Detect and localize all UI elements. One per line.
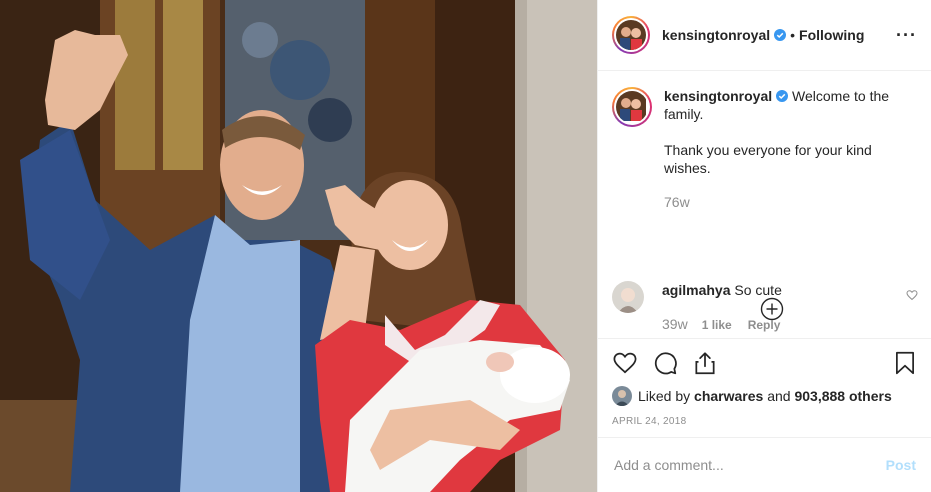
- comment-like-icon[interactable]: [906, 289, 918, 301]
- caption-body: kensingtonroyal Welcome to the family. T…: [664, 87, 904, 211]
- avatar-image: [616, 91, 648, 123]
- post-side-panel: kensingtonroyal • Following ··· kensingt…: [597, 0, 931, 492]
- action-icons-row: [612, 349, 918, 377]
- comment-text-row: agilmahya So cute: [662, 281, 918, 299]
- caption-timestamp[interactable]: 76w: [664, 193, 904, 211]
- more-options-icon[interactable]: ···: [896, 25, 917, 46]
- avatar-image: [616, 20, 646, 50]
- following-button[interactable]: Following: [799, 27, 864, 43]
- caption-first-paragraph: kensingtonroyal Welcome to the family.: [664, 87, 904, 123]
- post-date[interactable]: APRIL 24, 2018: [612, 416, 918, 427]
- likes-summary[interactable]: Liked by charwares and 903,888 others: [612, 386, 918, 406]
- likes-prefix: Liked by: [638, 388, 691, 404]
- caption-author-avatar[interactable]: [612, 87, 652, 127]
- comment-body: agilmahya So cute 39w 1 like Reply: [662, 281, 918, 334]
- caption-text-line2: Thank you everyone for your kind wishes.: [664, 142, 872, 176]
- liker-username[interactable]: charwares: [694, 388, 763, 404]
- comment-likes[interactable]: 1 like: [702, 316, 732, 334]
- bookmark-icon[interactable]: [892, 350, 918, 376]
- likes-count[interactable]: 903,888 others: [794, 388, 891, 404]
- liker-avatar: [612, 386, 632, 406]
- heart-icon[interactable]: [612, 350, 638, 376]
- post-header: kensingtonroyal • Following ···: [598, 0, 931, 71]
- author-avatar[interactable]: [612, 16, 650, 54]
- post-comment-button[interactable]: Post: [886, 457, 916, 473]
- author-username[interactable]: kensingtonroyal: [662, 27, 770, 43]
- share-icon[interactable]: [692, 350, 718, 376]
- verified-badge-icon: [776, 90, 789, 102]
- commenter-username[interactable]: agilmahya: [662, 282, 730, 298]
- comment-reply-button[interactable]: Reply: [748, 316, 781, 334]
- comment-text: So cute: [734, 282, 782, 298]
- post-caption: kensingtonroyal Welcome to the family. T…: [612, 87, 917, 211]
- comment-composer: Post: [598, 437, 931, 492]
- avatar-inner: [614, 89, 650, 125]
- comment-item: agilmahya So cute 39w 1 like Reply: [612, 281, 918, 334]
- post-image: [0, 0, 597, 492]
- comment-icon[interactable]: [652, 350, 678, 376]
- post-actions: Liked by charwares and 903,888 others AP…: [598, 338, 931, 427]
- comment-meta: 39w 1 like Reply: [662, 315, 918, 334]
- avatar-inner: [614, 18, 648, 52]
- verified-badge-icon: [774, 29, 787, 41]
- commenter-avatar[interactable]: [612, 281, 644, 313]
- caption-username[interactable]: kensingtonroyal: [664, 88, 772, 104]
- comment-age[interactable]: 39w: [662, 315, 688, 333]
- likes-middle: and: [767, 388, 791, 404]
- post-photo[interactable]: [0, 0, 597, 492]
- separator-dot: •: [790, 27, 796, 43]
- add-comment-input[interactable]: [614, 457, 886, 473]
